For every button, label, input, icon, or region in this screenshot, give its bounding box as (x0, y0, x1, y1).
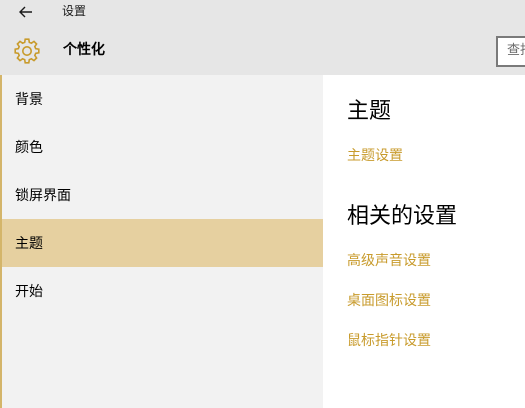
desktop-icon-settings-link[interactable]: 桌面图标设置 (347, 292, 431, 310)
theme-settings-link[interactable]: 主题设置 (347, 147, 403, 165)
back-arrow-icon (19, 6, 32, 18)
sidebar-item-label: 背景 (15, 92, 43, 108)
title-bar: 设置 (0, 0, 525, 24)
main-content: 主题 主题设置 相关的设置 高级声音设置 桌面图标设置 鼠标指针设置 (323, 75, 525, 408)
mouse-pointer-settings-link[interactable]: 鼠标指针设置 (347, 332, 431, 350)
sidebar-item-lock-screen[interactable]: 锁屏界面 (2, 171, 323, 219)
sidebar-item-themes[interactable]: 主题 (2, 219, 323, 267)
window-title: 设置 (62, 4, 87, 18)
page-title: 个性化 (63, 42, 105, 58)
sidebar-item-start[interactable]: 开始 (2, 267, 323, 315)
sidebar-item-colors[interactable]: 颜色 (2, 123, 323, 171)
sidebar-item-label: 锁屏界面 (15, 188, 71, 204)
sidebar-item-background[interactable]: 背景 (2, 75, 323, 123)
gear-icon (14, 38, 40, 64)
themes-heading: 主题 (347, 99, 392, 124)
sidebar-item-label: 主题 (15, 236, 43, 252)
settings-window: 设置 个性化 查找设置 背景 颜色 锁屏界面 主题 开始 主 (0, 0, 525, 408)
sidebar-item-label: 开始 (15, 284, 43, 300)
advanced-sound-settings-link[interactable]: 高级声音设置 (347, 252, 431, 270)
search-input[interactable]: 查找设置 (496, 36, 525, 67)
back-button[interactable] (16, 2, 36, 22)
page-header: 个性化 查找设置 (0, 24, 525, 75)
sidebar-nav: 背景 颜色 锁屏界面 主题 开始 (0, 75, 323, 408)
sidebar-item-label: 颜色 (15, 140, 43, 156)
related-settings-heading: 相关的设置 (347, 204, 458, 229)
